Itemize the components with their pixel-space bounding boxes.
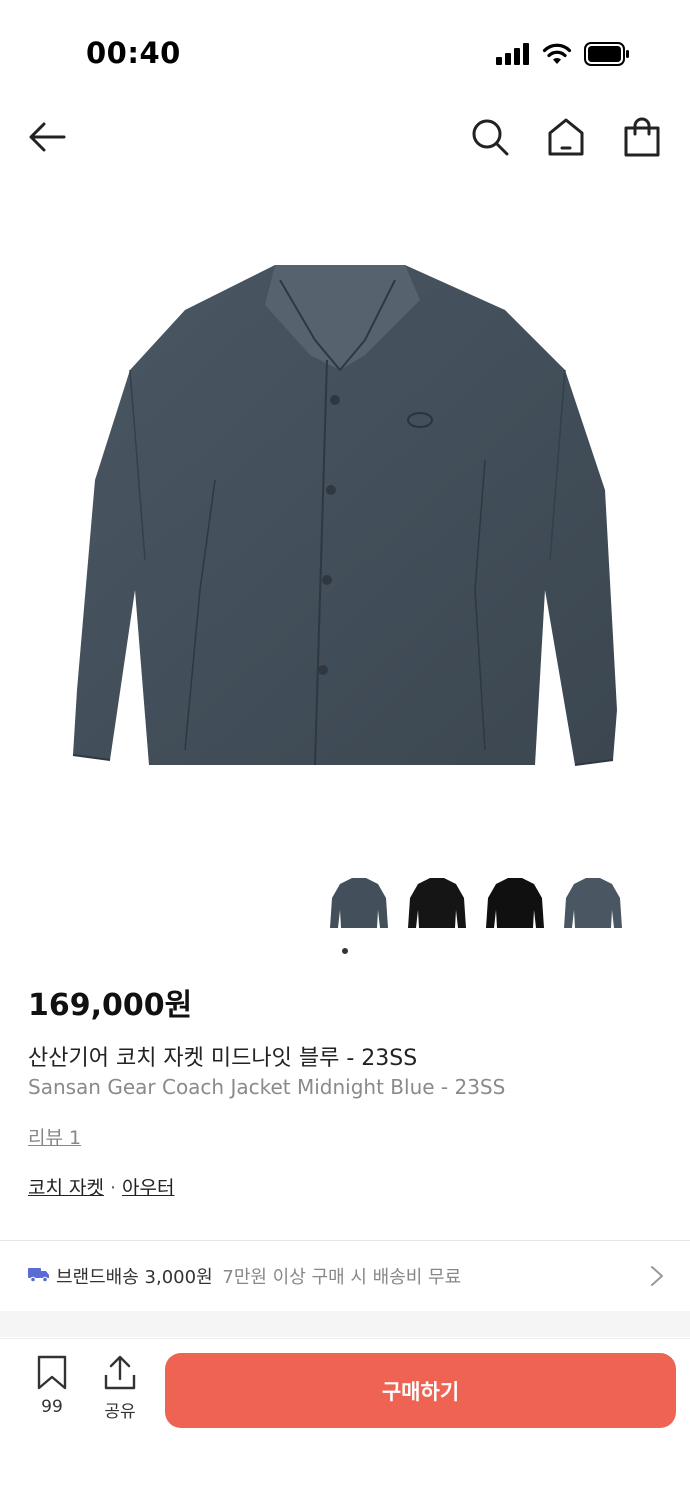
battery-icon: [584, 42, 629, 66]
jacket-thumbnail: [330, 878, 388, 928]
jacket-thumbnail: [486, 878, 544, 928]
carousel-indicator: [342, 948, 348, 954]
favorite-button[interactable]: 99: [28, 1355, 76, 1417]
bookmark-icon: [37, 1355, 67, 1390]
buy-button[interactable]: 구매하기: [165, 1353, 676, 1428]
product-image[interactable]: [0, 190, 690, 850]
thumbnail-midnight-blue-2[interactable]: [562, 872, 624, 934]
shipping-text: 브랜드배송 3,000원 7만원 이상 구매 시 배송비 무료: [56, 1263, 461, 1289]
shipping-fee: 3,000원: [144, 1267, 213, 1288]
top-navigation: [0, 105, 690, 165]
category-link-coach-jacket[interactable]: 코치 자켓: [28, 1177, 104, 1199]
search-icon[interactable]: [468, 115, 512, 159]
thumbnail-black-2[interactable]: [484, 872, 546, 934]
delivery-truck-icon: [28, 1268, 49, 1283]
category-link-outer[interactable]: 아우터: [122, 1177, 174, 1199]
shipping-info-row[interactable]: 브랜드배송 3,000원 7만원 이상 구매 시 배송비 무료: [0, 1241, 690, 1311]
jacket-image: [72, 265, 617, 766]
shopping-bag-icon[interactable]: [620, 115, 664, 159]
jacket-thumbnail: [408, 878, 466, 928]
status-bar: 00:40: [0, 0, 690, 110]
wifi-icon: [542, 43, 572, 64]
section-spacer: [0, 1311, 690, 1337]
jacket-thumbnail: [564, 878, 622, 928]
shipping-type: 브랜드배송: [56, 1267, 139, 1288]
home-icon[interactable]: [544, 115, 588, 159]
favorite-count: 99: [41, 1397, 63, 1417]
bottom-action-bar: 99 공유 구매하기: [0, 1338, 690, 1501]
share-icon: [104, 1355, 136, 1390]
product-name-korean: 산산기어 코치 자켓 미드나잇 블루 - 23SS: [28, 1046, 418, 1071]
category-breadcrumb: 코치 자켓 · 아우터: [28, 1173, 174, 1200]
signal-icon: [496, 43, 529, 65]
thumbnail-strip: [328, 872, 624, 934]
chevron-right-icon: [651, 1266, 663, 1286]
shipping-note: 7만원 이상 구매 시 배송비 무료: [222, 1267, 462, 1288]
share-label: 공유: [104, 1402, 136, 1422]
status-icons: [496, 42, 630, 66]
product-name-english: Sansan Gear Coach Jacket Midnight Blue -…: [28, 1075, 506, 1099]
share-button[interactable]: 공유: [98, 1355, 142, 1422]
status-time: 00:40: [86, 36, 181, 70]
back-arrow-icon[interactable]: [26, 115, 70, 159]
category-separator: ·: [109, 1177, 117, 1199]
product-price: 169,000원: [28, 988, 193, 1023]
thumbnail-midnight-blue[interactable]: [328, 872, 390, 934]
thumbnail-black-1[interactable]: [406, 872, 468, 934]
review-link[interactable]: 리뷰 1: [28, 1123, 81, 1150]
